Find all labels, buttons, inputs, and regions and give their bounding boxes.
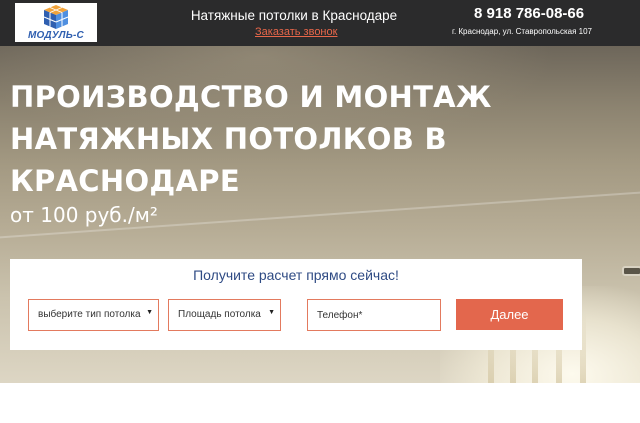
calculation-form: Получите расчет прямо сейчас! выберите т… <box>10 259 582 350</box>
area-select[interactable]: Площадь потолка ▼ <box>168 299 281 331</box>
cube-logo-icon <box>43 5 69 29</box>
area-select-value: Площадь потолка <box>178 309 261 320</box>
triangle-down-icon: ▼ <box>146 309 153 316</box>
site-header: МОДУЛЬ-С Натяжные потолки в Краснодаре З… <box>0 0 640 46</box>
phone-number[interactable]: 8 918 786-08-66 <box>474 5 584 22</box>
ceiling-type-select[interactable]: выберите тип потолка ▼ <box>28 299 159 331</box>
address: г. Краснодар, ул. Ставропольская 107 <box>452 27 593 36</box>
hero-section: ПРОИЗВОДСТВО И МОНТАЖ НАТЯЖНЫХ ПОТОЛКОВ … <box>0 46 640 383</box>
phone-input[interactable] <box>307 299 441 331</box>
hero-price: от 100 руб./м² <box>10 203 158 227</box>
logo[interactable]: МОДУЛЬ-С <box>15 3 97 42</box>
callback-link[interactable]: Заказать звонок <box>255 26 337 38</box>
site-title: Натяжные потолки в Краснодаре <box>190 8 398 23</box>
triangle-down-icon: ▼ <box>268 309 275 316</box>
ceiling-spotlight-decor <box>622 266 640 276</box>
hero-headline: ПРОИЗВОДСТВО И МОНТАЖ НАТЯЖНЫХ ПОТОЛКОВ … <box>10 80 492 198</box>
next-button[interactable]: Далее <box>456 299 563 330</box>
ceiling-type-select-value: выберите тип потолка <box>38 309 141 320</box>
logo-text: МОДУЛЬ-С <box>28 30 84 41</box>
form-title: Получите расчет прямо сейчас! <box>193 267 399 283</box>
